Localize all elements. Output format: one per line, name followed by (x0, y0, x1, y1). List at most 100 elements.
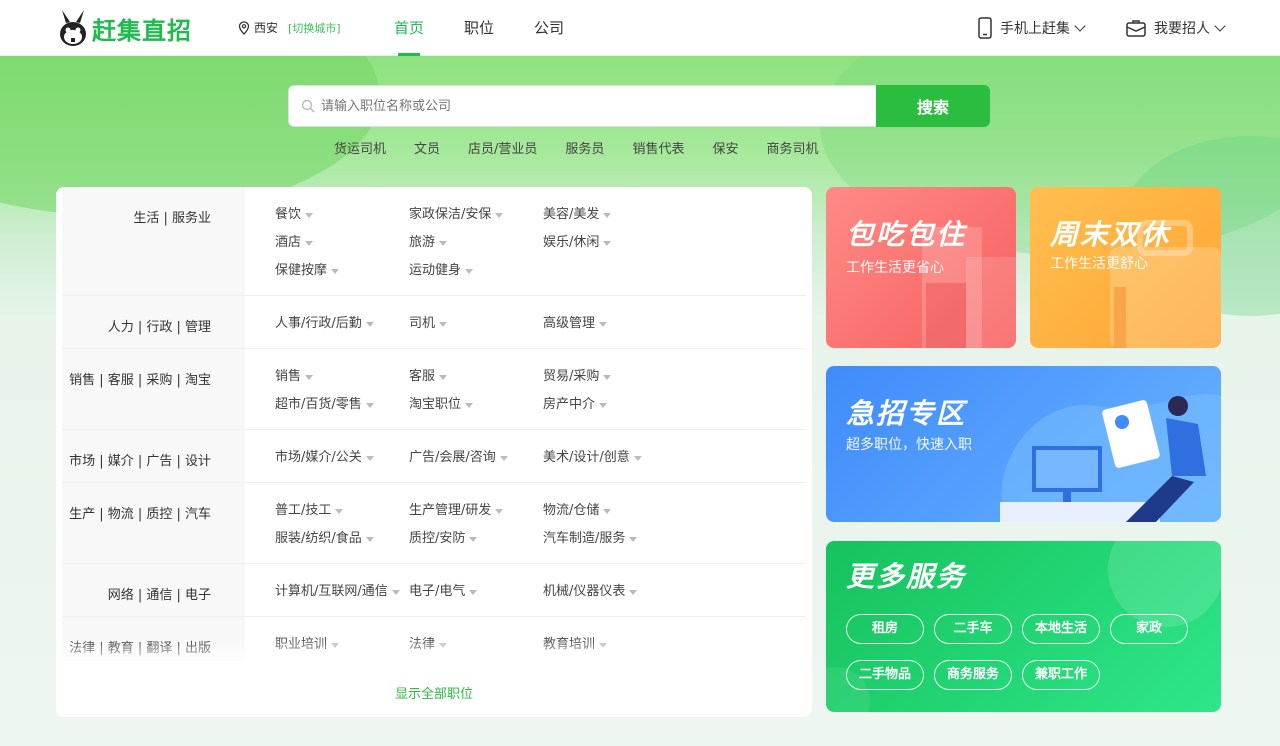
category-item-label: 酒店 (275, 235, 302, 250)
caret-down-icon (499, 455, 508, 461)
hot-keyword-link[interactable]: 保安 (712, 138, 738, 157)
category-item[interactable]: 淘宝职位 (409, 391, 543, 419)
nav-jobs[interactable]: 职位 (464, 0, 494, 56)
top-right-links: 手机上赶集 我要招人 (936, 0, 1226, 56)
caret-down-icon (365, 402, 374, 408)
post-job-menu[interactable]: 我要招人 (1126, 18, 1226, 38)
category-item[interactable]: 质控/安防 (409, 525, 543, 553)
category-item[interactable]: 旅游 (409, 229, 543, 257)
service-pill[interactable]: 商务服务 (934, 660, 1012, 690)
brand-name: 赶集直招 (92, 16, 192, 45)
caret-down-icon (439, 321, 448, 327)
mobile-app-menu[interactable]: 手机上赶集 (978, 17, 1086, 39)
hot-keyword-link[interactable]: 商务司机 (766, 138, 818, 157)
category-item[interactable]: 酒店 (275, 229, 409, 257)
category-item-label: 美术/设计/创意 (543, 450, 630, 465)
service-pill-list: 租房 二手车 本地生活 家政二手物品 商务服务 兼职工作 (846, 614, 1206, 706)
hot-keyword-link[interactable]: 货运司机 (334, 138, 386, 157)
category-item[interactable]: 客服 (409, 363, 543, 391)
category-items: 市场/媒介/公关 广告/会展/咨询 美术/设计/创意 (245, 430, 806, 482)
category-title: 生产 | 物流 | 质控 | 汽车 (62, 483, 245, 563)
category-row: 市场 | 媒介 | 广告 | 设计 市场/媒介/公关 广告/会展/咨询 美术/设计/创… (62, 430, 806, 483)
category-item-label: 运动健身 (409, 263, 462, 278)
promo-title: 包吃包住 (846, 218, 967, 251)
hot-keyword-link[interactable]: 文员 (414, 138, 440, 157)
category-item[interactable]: 机械/仪器仪表 (543, 578, 677, 606)
service-pill[interactable]: 家政 (1110, 614, 1188, 644)
category-items: 餐饮 家政保洁/安保 美容/美发酒店 旅游 娱乐/休闲保健按摩 运动健身 (245, 187, 806, 295)
list-fade (62, 637, 806, 667)
promo-subtitle: 超多职位，快速入职 (846, 437, 972, 453)
category-item[interactable]: 超市/百货/零售 (275, 391, 409, 419)
category-item[interactable]: 普工/技工 (275, 497, 409, 525)
caret-down-icon (603, 212, 612, 218)
category-item[interactable]: 运动健身 (409, 257, 543, 285)
category-item-label: 保健按摩 (275, 263, 328, 278)
service-pill[interactable]: 二手物品 (846, 660, 924, 690)
category-item-label: 超市/百货/零售 (275, 397, 362, 412)
promo-card-urgent-hiring[interactable]: 急招专区 超多职位，快速入职 (826, 366, 1221, 522)
category-item-label: 生产管理/研发 (409, 503, 492, 518)
nav-companies[interactable]: 公司 (534, 0, 564, 56)
category-item[interactable]: 服装/纺织/食品 (275, 525, 409, 553)
search-input-box[interactable] (288, 85, 876, 127)
category-item[interactable]: 市场/媒介/公关 (275, 444, 409, 472)
site-logo[interactable]: 赶集直招 (56, 8, 192, 48)
chevron-down-icon (1074, 19, 1086, 32)
service-pill[interactable]: 二手车 (934, 614, 1012, 644)
category-item[interactable]: 娱乐/休闲 (543, 229, 677, 257)
category-item[interactable]: 销售 (275, 363, 409, 391)
category-row: 销售 | 客服 | 采购 | 淘宝 销售 客服 贸易/采购超市/百货/零售 淘宝职位 房产… (62, 349, 806, 430)
search-input[interactable] (321, 98, 861, 114)
promo-card-weekends-off[interactable]: 周末双休 工作生活更舒心 (1030, 187, 1221, 348)
service-pill[interactable]: 本地生活 (1022, 614, 1100, 644)
switch-city-link[interactable]: [切换城市] (288, 20, 341, 36)
hot-keyword-link[interactable]: 服务员 (565, 138, 604, 157)
category-item[interactable]: 高级管理 (543, 310, 677, 338)
category-item[interactable]: 美术/设计/创意 (543, 444, 677, 472)
caret-down-icon (469, 589, 478, 595)
category-item[interactable]: 司机 (409, 310, 543, 338)
category-item[interactable]: 物流/仓储 (543, 497, 677, 525)
category-item[interactable]: 保健按摩 (275, 257, 409, 285)
category-title: 销售 | 客服 | 采购 | 淘宝 (62, 349, 245, 429)
category-row: 生产 | 物流 | 质控 | 汽车 普工/技工 生产管理/研发 物流/仓储服装/纺织/… (62, 483, 806, 564)
caret-down-icon (365, 536, 374, 542)
service-pill[interactable]: 租房 (846, 614, 924, 644)
show-all-jobs-link[interactable]: 显示全部职位 (56, 683, 812, 702)
service-pill[interactable]: 兼职工作 (1022, 660, 1100, 690)
location-pin-icon (238, 20, 250, 35)
category-title: 人力 | 行政 | 管理 (62, 296, 245, 348)
category-item[interactable]: 贸易/采购 (543, 363, 677, 391)
briefcase-icon (1126, 20, 1146, 37)
category-items: 销售 客服 贸易/采购超市/百货/零售 淘宝职位 房产中介 (245, 349, 806, 429)
promo-card-room-board[interactable]: 包吃包住 工作生活更省心 (826, 187, 1016, 348)
category-item[interactable]: 人事/行政/后勤 (275, 310, 409, 338)
caret-down-icon (305, 212, 314, 218)
category-title: 市场 | 媒介 | 广告 | 设计 (62, 430, 245, 482)
caret-down-icon (599, 402, 608, 408)
mobile-phone-icon (978, 17, 992, 39)
category-item[interactable]: 生产管理/研发 (409, 497, 543, 525)
category-items: 人事/行政/后勤 司机 高级管理 (245, 296, 806, 348)
category-item[interactable]: 家政保洁/安保 (409, 201, 543, 229)
caret-down-icon (365, 321, 374, 327)
category-item-label: 家政保洁/安保 (409, 207, 492, 222)
nav-home[interactable]: 首页 (394, 0, 424, 56)
category-item[interactable]: 计算机/互联网/通信 (275, 578, 409, 606)
category-item[interactable]: 电子/电气 (409, 578, 543, 606)
category-item-label: 广告/会展/咨询 (409, 450, 496, 465)
category-item-label: 机械/仪器仪表 (543, 584, 626, 599)
category-item-label: 美容/美发 (543, 207, 600, 222)
search-button[interactable]: 搜索 (876, 85, 990, 127)
category-item[interactable]: 餐饮 (275, 201, 409, 229)
current-city: 西安 (254, 21, 279, 35)
category-item[interactable]: 广告/会展/咨询 (409, 444, 543, 472)
category-item-label: 电子/电气 (409, 584, 466, 599)
category-item[interactable]: 房产中介 (543, 391, 677, 419)
category-item[interactable]: 美容/美发 (543, 201, 677, 229)
hot-keyword-link[interactable]: 店员/营业员 (468, 138, 537, 157)
category-item[interactable]: 汽车制造/服务 (543, 525, 677, 553)
category-item-label: 计算机/互联网/通信 (275, 584, 388, 599)
hot-keyword-link[interactable]: 销售代表 (632, 138, 684, 157)
